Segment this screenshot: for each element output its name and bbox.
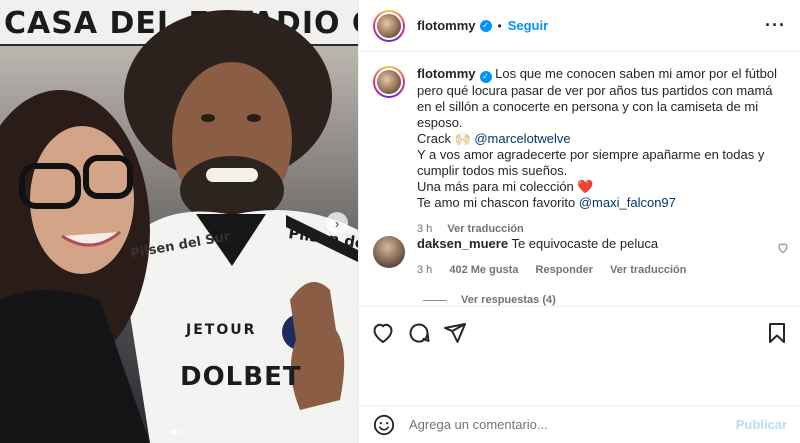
carousel-dot — [181, 429, 187, 435]
comment-likes[interactable]: 402 Me gusta — [449, 264, 518, 276]
view-replies-button[interactable]: Ver respuestas (4) — [423, 294, 556, 306]
comment-time[interactable]: 3 h — [417, 264, 432, 276]
caption-username[interactable]: flotommy — [417, 66, 476, 81]
man-eye-right — [247, 114, 261, 122]
comment-username[interactable]: daksen_muere — [417, 236, 508, 251]
red-heart-emoji: ❤️ — [577, 179, 594, 194]
post-side-panel: flotommy ✓ • Seguir ··· flotommy ✓ Los qu… — [358, 0, 800, 443]
comment: daksen_muere Te equivocaste de peluca 3 … — [373, 236, 789, 278]
comment-avatar[interactable] — [373, 236, 405, 268]
header-username[interactable]: flotommy — [417, 18, 476, 33]
caption-text-5: Te amo mi chascon favorito — [417, 195, 579, 210]
jersey-sponsor-jetour: JETOUR — [186, 322, 257, 338]
caption-avatar[interactable] — [373, 66, 405, 98]
comment-input[interactable] — [409, 417, 736, 432]
avatar[interactable] — [373, 9, 405, 42]
header-separator: • — [497, 18, 502, 33]
mention-link[interactable]: @maxi_falcon97 — [579, 195, 676, 210]
publish-button[interactable]: Publicar — [736, 417, 787, 432]
caption-translate[interactable]: Ver traducción — [447, 223, 523, 235]
verified-badge-icon: ✓ — [479, 71, 492, 83]
chevron-right-icon: › — [334, 215, 340, 231]
follow-button[interactable]: Seguir — [508, 18, 548, 33]
carousel-dot-active — [171, 429, 177, 435]
bookmark-icon[interactable] — [765, 321, 789, 345]
woman-face — [30, 126, 134, 274]
replies-divider — [423, 299, 447, 301]
caption-time[interactable]: 3 h — [417, 223, 432, 235]
emoji-icon[interactable] — [373, 414, 395, 436]
action-bar — [359, 306, 800, 358]
caption: flotommy ✓ Los que me conocen saben mi am… — [373, 66, 789, 237]
verified-badge-icon: ✓ — [479, 19, 492, 32]
carousel-dots — [171, 429, 187, 435]
caption-text-3: Y a vos amor agradecerte por siempre apa… — [417, 147, 765, 178]
view-replies-label: Ver respuestas (4) — [461, 294, 556, 306]
comment-text: Te equivocaste de peluca — [511, 236, 659, 251]
comment-meta: 3 h 402 Me gusta Responder Ver traducció… — [417, 262, 777, 278]
comment-like-icon[interactable] — [777, 242, 789, 278]
post-photo[interactable]: CASA DEL ESTADIO CAMP Pilse — [0, 0, 358, 443]
share-icon[interactable] — [443, 321, 467, 345]
instagram-post-modal: CASA DEL ESTADIO CAMP Pilse — [0, 0, 800, 443]
heart-icon[interactable] — [371, 321, 395, 345]
comment-translate[interactable]: Ver traducción — [610, 264, 686, 276]
mention-link[interactable]: @marcelotwelve — [474, 131, 570, 146]
caption-body: flotommy ✓ Los que me conocen saben mi am… — [417, 66, 789, 237]
caption-meta: 3 h Ver traducción — [417, 221, 789, 237]
post-header: flotommy ✓ • Seguir ··· — [359, 0, 800, 52]
add-comment-bar: Publicar — [359, 405, 800, 443]
man-eye-left — [201, 114, 215, 122]
more-options-icon[interactable]: ··· — [765, 15, 786, 36]
comment-icon[interactable] — [407, 321, 431, 345]
carousel-next-button[interactable]: › — [326, 212, 348, 234]
caption-text-4: Una más para mi colección — [417, 179, 578, 194]
comment-body: daksen_muere Te equivocaste de peluca 3 … — [417, 236, 777, 278]
caption-text-2: Crack 🙌🏻 — [417, 131, 475, 146]
comment-reply-button[interactable]: Responder — [536, 264, 593, 276]
photo-illustration — [0, 10, 358, 443]
man-smile — [206, 168, 258, 182]
jersey-sponsor-dolbet: DOLBET — [180, 362, 302, 392]
